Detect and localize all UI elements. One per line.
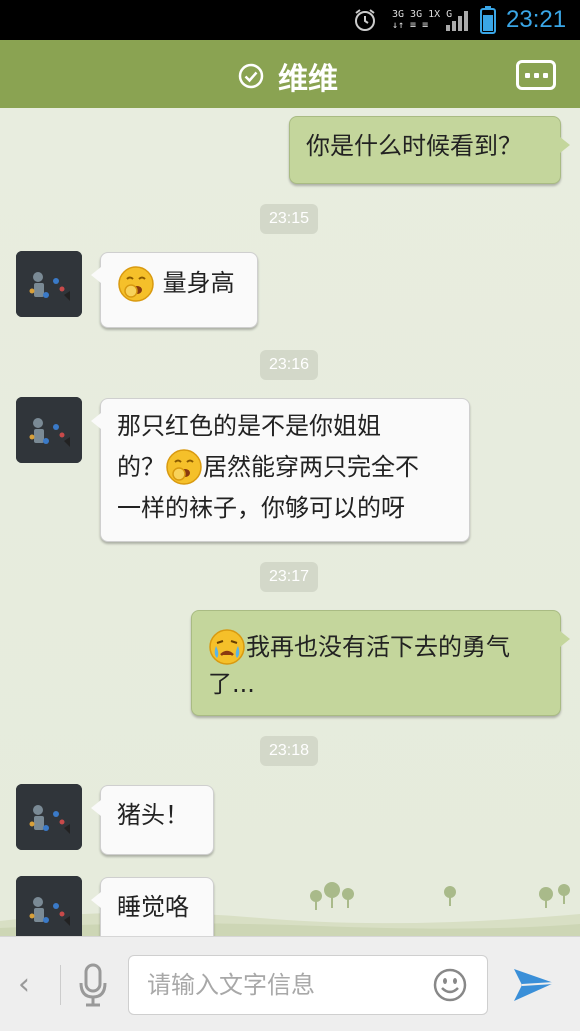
- timestamp: 23:16: [260, 350, 318, 380]
- network-activity-text: ↓↑ ≡ ≡: [392, 20, 429, 31]
- yawn-emoji: [166, 449, 202, 485]
- contact-avatar[interactable]: [16, 251, 82, 317]
- signal-icon: [446, 0, 470, 40]
- network-type-text: 3G 3G 1X G: [392, 9, 453, 20]
- received-message-bubble[interactable]: 那只红色的是不是你姐姐 的？ 居然能穿两只完全不 一样的袜子，你够可以的呀: [91, 398, 470, 542]
- alarm-icon: [352, 0, 378, 40]
- message-text-line: 那只红色的是不是你姐姐: [117, 412, 381, 440]
- message-text-segment: 我再也没有活下去的勇气: [246, 633, 510, 661]
- received-message-bubble[interactable]: 猪头！: [91, 785, 214, 855]
- more-menu-icon: [524, 72, 530, 78]
- contact-avatar[interactable]: [16, 876, 82, 936]
- received-message-bubble[interactable]: 睡觉咯: [91, 877, 214, 936]
- timestamp: 23:18: [260, 736, 318, 766]
- sent-message-bubble[interactable]: 你是什么时候看到？: [289, 116, 570, 184]
- battery-icon: [480, 0, 496, 40]
- crying-emoji: [209, 629, 245, 665]
- more-menu-button[interactable]: [516, 60, 556, 90]
- back-chevron-icon[interactable]: ‹: [18, 967, 30, 1002]
- message-text-segment: 的？: [117, 453, 165, 481]
- status-bar: 3G 3G 1X G ↓↑ ≡ ≡ 23:21: [0, 0, 580, 40]
- contact-avatar[interactable]: [16, 397, 82, 463]
- chat-area[interactable]: 你是什么时候看到？ 23:15 量身高 23:16 那只红色的是不是你姐姐 的？…: [0, 108, 580, 936]
- divider: [60, 965, 61, 1005]
- message-text: 猪头！: [117, 801, 189, 829]
- message-text: 你是什么时候看到？: [306, 132, 522, 160]
- timestamp: 23:15: [260, 204, 318, 234]
- smiley-icon[interactable]: [432, 967, 468, 1003]
- microphone-icon[interactable]: [78, 963, 108, 1007]
- verified-check-icon: [238, 63, 264, 89]
- network-indicator: 3G 3G 1X G ↓↑ ≡ ≡: [392, 0, 452, 40]
- message-text-line: 一样的袜子，你够可以的呀: [117, 494, 405, 522]
- send-icon[interactable]: [512, 965, 556, 1005]
- input-bar: ‹: [0, 936, 580, 1031]
- contact-avatar[interactable]: [16, 784, 82, 850]
- message-text-line: 了...: [208, 670, 255, 698]
- contact-name: 维维: [278, 62, 338, 97]
- sent-message-bubble[interactable]: 我再也没有活下去的勇气 了...: [191, 610, 570, 716]
- timestamp: 23:17: [260, 562, 318, 592]
- message-text-segment: 居然能穿两只完全不: [203, 453, 419, 481]
- hills-decoration: [0, 882, 580, 936]
- message-text: 量身高: [162, 269, 235, 297]
- yawn-emoji: [118, 266, 154, 302]
- title-bar: 维维: [0, 40, 580, 114]
- message-text: 睡觉咯: [117, 893, 189, 921]
- received-message-bubble[interactable]: 量身高: [91, 252, 258, 328]
- status-clock: 23:21: [506, 6, 567, 33]
